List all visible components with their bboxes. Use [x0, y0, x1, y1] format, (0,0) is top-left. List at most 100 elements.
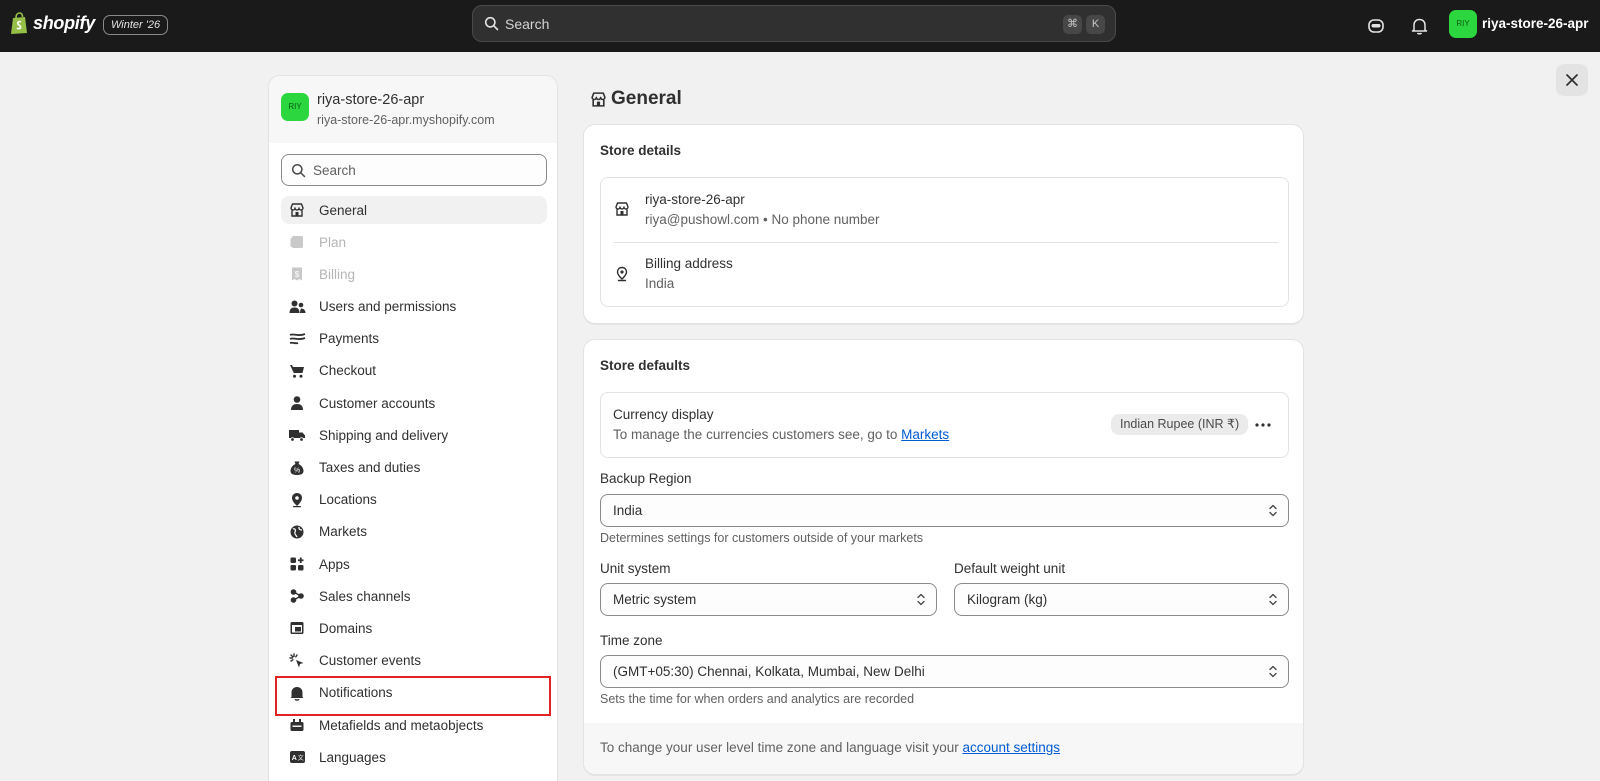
sidebar-item-shipping[interactable]: Shipping and delivery: [281, 421, 547, 449]
search-icon: [484, 16, 499, 31]
backup-region-help: Determines settings for customers outsid…: [600, 531, 924, 545]
sidebar-item-billing[interactable]: $ Billing: [281, 260, 547, 288]
tax-icon: %: [288, 459, 306, 477]
svg-text:%: %: [294, 467, 300, 474]
sidebar-item-apps[interactable]: Apps: [281, 550, 547, 578]
close-settings-button[interactable]: [1556, 64, 1588, 96]
unit-system-label: Unit system: [600, 561, 671, 576]
sidebar-item-plan[interactable]: Plan: [281, 228, 547, 256]
sidekick-button[interactable]: [1362, 12, 1390, 40]
timezone-select[interactable]: (GMT+05:30) Chennai, Kolkata, Mumbai, Ne…: [600, 655, 1289, 688]
store-switcher[interactable]: riya-store-26-apr: [1482, 16, 1589, 31]
location-icon: [288, 491, 306, 509]
billing-address-label: Billing address: [645, 256, 733, 271]
sidebar-item-notifications[interactable]: Notifications: [275, 675, 551, 716]
sidebar-item-users[interactable]: Users and permissions: [281, 293, 547, 321]
store-details-title: Store details: [600, 143, 682, 158]
account-settings-link[interactable]: account settings: [962, 740, 1060, 755]
cart-icon: [288, 362, 306, 380]
sidebar-item-label: Apps: [319, 556, 350, 572]
backup-region-select[interactable]: India: [600, 494, 1289, 527]
sidebar-item-domains[interactable]: Domains: [281, 614, 547, 642]
sidebar-item-label: Users and permissions: [319, 299, 457, 315]
sidebar-item-locations[interactable]: Locations: [281, 486, 547, 514]
sidebar-item-label: Notifications: [319, 685, 393, 701]
sales-channels-icon: [288, 587, 306, 605]
cursor-click-icon: [288, 652, 306, 670]
currency-badge: Indian Rupee (INR ₹): [1111, 414, 1249, 435]
sidekick-icon: [1368, 19, 1384, 33]
sidebar-item-label: Customer events: [319, 653, 422, 669]
markets-link[interactable]: Markets: [901, 427, 949, 442]
sidebar-item-label: Plan: [319, 234, 347, 250]
shopify-logo[interactable]: shopify: [10, 12, 95, 35]
bell-icon: [1411, 18, 1427, 35]
sidebar-item-taxes[interactable]: % Taxes and duties: [281, 454, 547, 482]
truck-icon: [288, 426, 306, 444]
global-search-input[interactable]: Search ⌘ K: [472, 5, 1116, 42]
store-defaults-title: Store defaults: [600, 358, 691, 373]
timezone-label: Time zone: [600, 633, 663, 648]
sidebar-item-customer-accounts[interactable]: Customer accounts: [281, 389, 547, 417]
store-domain: riya-store-26-apr.myshopify.com: [317, 113, 495, 127]
sidebar-item-label: Sales channels: [319, 588, 411, 604]
user-avatar[interactable]: RIY: [1449, 10, 1477, 38]
shopify-bag-icon: [11, 12, 27, 34]
search-placeholder: Search: [505, 16, 550, 32]
edition-badge[interactable]: Winter '26: [103, 15, 169, 35]
sidebar-item-customer-events[interactable]: Customer events: [281, 647, 547, 675]
sidebar-item-label: Domains: [319, 620, 373, 636]
sidebar-item-general[interactable]: General: [281, 196, 547, 224]
shortcut-key-k: K: [1086, 15, 1105, 34]
store-details-card: Store details riya-store-26-apr riya@pus…: [583, 124, 1304, 324]
settings-sidebar: RIY riya-store-26-apr riya-store-26-apr.…: [268, 75, 558, 781]
select-chevron-icon: [1268, 592, 1278, 607]
sidebar-item-label: Billing: [319, 266, 356, 282]
sidebar-item-markets[interactable]: Markets: [281, 518, 547, 546]
store-details-box: riya-store-26-apr riya@pushowl.com • No …: [600, 177, 1289, 307]
users-icon: [288, 298, 306, 316]
sidebar-item-payments[interactable]: Payments: [281, 325, 547, 353]
plan-icon: [288, 233, 306, 251]
weight-unit-select[interactable]: Kilogram (kg): [954, 583, 1289, 616]
backup-region-value: India: [613, 503, 643, 518]
weight-unit-label: Default weight unit: [954, 561, 1066, 576]
store-name: riya-store-26-apr: [317, 92, 425, 108]
currency-more-button[interactable]: [1251, 413, 1275, 437]
sidebar-item-label: Taxes and duties: [319, 460, 421, 475]
brand-name: shopify: [33, 13, 95, 33]
backup-region-label: Backup Region: [600, 471, 692, 486]
settings-nav: General Plan $ Billing Users and permiss…: [275, 196, 551, 775]
sidebar-item-languages[interactable]: A文 Languages: [281, 743, 547, 771]
sidebar-item-metafields[interactable]: Metafields and metaobjects: [281, 711, 547, 739]
unit-system-value: Metric system: [613, 592, 697, 607]
metafields-icon: [288, 716, 306, 734]
more-horizontal-icon: [1255, 423, 1271, 427]
location-pin-icon: [614, 266, 630, 282]
sidebar-item-label: Payments: [319, 331, 380, 347]
store-avatar: RIY: [281, 93, 309, 121]
globe-icon: [288, 523, 306, 541]
currency-help-text: To manage the currencies customers see, …: [613, 427, 949, 442]
store-name: riya-store-26-apr: [645, 192, 745, 207]
store-profile-row[interactable]: riya-store-26-apr riya@pushowl.com • No …: [601, 178, 1288, 242]
store-icon: [590, 91, 607, 108]
weight-unit-value: Kilogram (kg): [967, 592, 1048, 607]
timezone-help: Sets the time for when orders and analyt…: [600, 692, 915, 706]
footer-prefix: To change your user level time zone and …: [600, 740, 959, 755]
sidebar-item-label: Customer accounts: [319, 395, 436, 411]
svg-text:A: A: [291, 755, 296, 762]
currency-display-label: Currency display: [613, 407, 714, 422]
unit-system-select[interactable]: Metric system: [600, 583, 937, 616]
billing-address-row[interactable]: Billing address India: [601, 243, 1288, 307]
timezone-value: (GMT+05:30) Chennai, Kolkata, Mumbai, Ne…: [613, 664, 925, 679]
footer-text: To change your user level time zone and …: [600, 740, 1060, 755]
domains-icon: [288, 619, 306, 637]
store-header: RIY riya-store-26-apr riya-store-26-apr.…: [269, 76, 557, 143]
languages-icon: A文: [288, 748, 306, 766]
sidebar-item-sales-channels[interactable]: Sales channels: [281, 582, 547, 610]
notifications-button[interactable]: [1405, 12, 1433, 40]
account-settings-footer: To change your user level time zone and …: [584, 723, 1303, 774]
sidebar-item-checkout[interactable]: Checkout: [281, 357, 547, 385]
settings-search-input[interactable]: Search: [281, 154, 547, 186]
